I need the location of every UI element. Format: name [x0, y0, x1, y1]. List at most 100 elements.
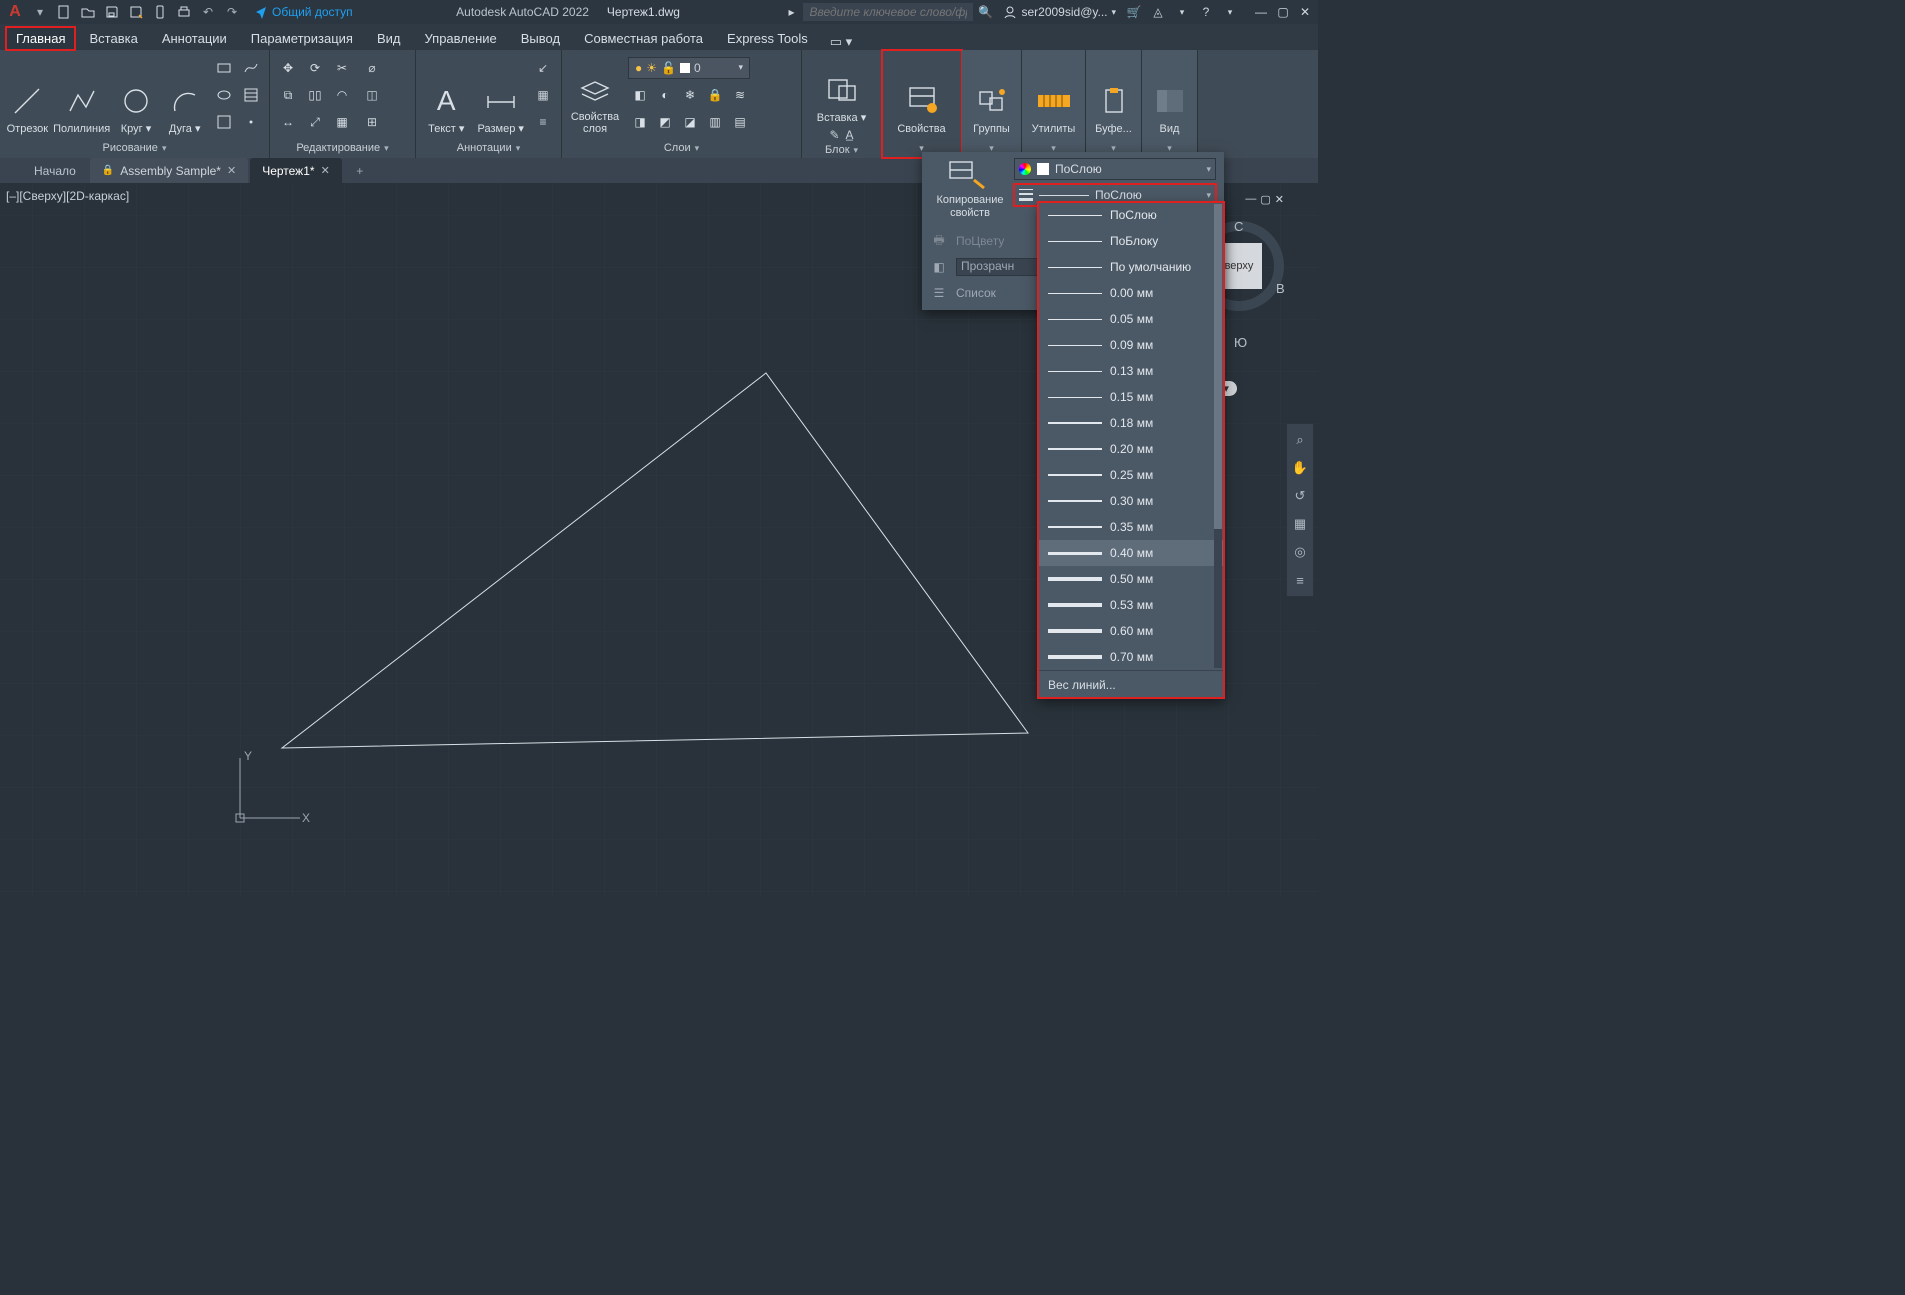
- cart-icon[interactable]: 🛒: [1124, 2, 1144, 22]
- layer-iso-icon[interactable]: ◧: [628, 83, 652, 107]
- modify-grid[interactable]: ✥ ⟳ ✂ ⧉ ▯▯ ◠ ↔ ⤢ ▦: [276, 56, 354, 134]
- draw-mini-grid[interactable]: [212, 56, 263, 134]
- doc-close-icon[interactable]: ✕: [1275, 193, 1284, 206]
- layer-match-icon[interactable]: ≋: [728, 83, 752, 107]
- user-chip[interactable]: ser2009sid@y... ▾: [999, 5, 1120, 19]
- layer-off-icon[interactable]: ◐: [653, 83, 677, 107]
- window-close-icon[interactable]: ✕: [1296, 3, 1314, 21]
- nav-steer-icon[interactable]: ◎: [1290, 542, 1310, 562]
- rotate-icon[interactable]: ⟳: [303, 56, 327, 80]
- ribbon-tab-4[interactable]: Вид: [367, 27, 411, 50]
- lineweight-item-4[interactable]: 0.05 мм: [1038, 306, 1224, 332]
- qat-redo-icon[interactable]: ↷: [222, 2, 242, 22]
- close-tab-icon[interactable]: ✕: [227, 164, 236, 177]
- layer-d-icon[interactable]: ▥: [703, 110, 727, 134]
- lineweight-item-10[interactable]: 0.25 мм: [1038, 462, 1224, 488]
- ribbon-tab-7[interactable]: Совместная работа: [574, 27, 713, 50]
- ribbon-tab-8[interactable]: Express Tools: [717, 27, 818, 50]
- polyline-button[interactable]: Полилиния: [55, 55, 109, 135]
- share-link[interactable]: Общий доступ: [254, 5, 353, 19]
- layer-lock-icon[interactable]: 🔒: [703, 83, 727, 107]
- match-props-icon[interactable]: [946, 158, 994, 194]
- lineweight-item-11[interactable]: 0.30 мм: [1038, 488, 1224, 514]
- layer-c-icon[interactable]: ◪: [678, 110, 702, 134]
- lineweight-item-12[interactable]: 0.35 мм: [1038, 514, 1224, 540]
- layer-props-button[interactable]: Свойства слоя: [568, 55, 622, 135]
- close-tab-icon[interactable]: ✕: [321, 164, 330, 177]
- search-input[interactable]: [803, 3, 973, 21]
- lineweight-more[interactable]: Вес линий...: [1038, 670, 1224, 698]
- search-caret-icon[interactable]: ▸: [781, 2, 801, 22]
- hatch-icon[interactable]: [239, 83, 263, 107]
- window-minimize-icon[interactable]: —: [1252, 3, 1270, 21]
- window-maximize-icon[interactable]: ▢: [1274, 3, 1292, 21]
- leader-icon[interactable]: ↙: [531, 56, 555, 80]
- copy-icon[interactable]: ⧉: [276, 83, 300, 107]
- move-icon[interactable]: ✥: [276, 56, 300, 80]
- transparency-field[interactable]: Прозрачн: [956, 258, 1042, 276]
- layer-b-icon[interactable]: ◩: [653, 110, 677, 134]
- lineweight-item-0[interactable]: ПоСлою: [1038, 202, 1224, 228]
- nav-full-icon[interactable]: ⌕: [1290, 430, 1310, 450]
- ribbon-tab-2[interactable]: Аннотации: [152, 27, 237, 50]
- qat-save-icon[interactable]: [102, 2, 122, 22]
- file-tab-2[interactable]: Чертеж1*✕: [250, 158, 342, 183]
- insert-block-button[interactable]: Вставка ▾: [815, 54, 869, 124]
- stretch-icon[interactable]: ↔: [276, 110, 300, 134]
- fillet-icon[interactable]: ◠: [330, 83, 354, 107]
- new-tab-button[interactable]: +: [348, 159, 372, 183]
- view-button[interactable]: Вид: [1148, 55, 1191, 135]
- nav-pan-icon[interactable]: ✋: [1290, 458, 1310, 478]
- block-edit-icon[interactable]: ✎: [829, 128, 839, 142]
- rect-icon[interactable]: [212, 56, 236, 80]
- nav-orbit-icon[interactable]: ↺: [1290, 486, 1310, 506]
- text-button[interactable]: A Текст ▾: [422, 55, 471, 135]
- ribbon-tab-1[interactable]: Вставка: [79, 27, 147, 50]
- qat-open-icon[interactable]: [78, 2, 98, 22]
- qat-mobile-icon[interactable]: [150, 2, 170, 22]
- block-attr-icon[interactable]: A̲: [846, 128, 854, 142]
- lineweight-item-1[interactable]: ПоБлоку: [1038, 228, 1224, 254]
- search-icon[interactable]: 🔍: [975, 2, 995, 22]
- ellipse-icon[interactable]: [212, 83, 236, 107]
- qat-plot-icon[interactable]: [174, 2, 194, 22]
- ribbon-tab-6[interactable]: Вывод: [511, 27, 570, 50]
- lineweight-item-7[interactable]: 0.15 мм: [1038, 384, 1224, 410]
- nav-showmo-icon[interactable]: ▦: [1290, 514, 1310, 534]
- layer-dropdown[interactable]: ● ☀ 🔓 0 ▾: [628, 57, 750, 79]
- modify-b-icon[interactable]: ◫: [360, 83, 384, 107]
- lineweight-scrollbar[interactable]: [1214, 204, 1222, 668]
- color-dropdown[interactable]: ПоСлою ▾: [1014, 158, 1216, 180]
- arc-button[interactable]: Дуга ▾: [163, 55, 206, 135]
- scale-icon[interactable]: ⤢: [303, 110, 327, 134]
- app-sw-caret[interactable]: ▾: [1172, 2, 1192, 22]
- app-icon[interactable]: A: [4, 3, 26, 21]
- line-button[interactable]: Отрезок: [6, 55, 49, 135]
- groups-button[interactable]: Группы: [968, 55, 1015, 135]
- lineweight-item-6[interactable]: 0.13 мм: [1038, 358, 1224, 384]
- file-tab-0[interactable]: Начало: [22, 158, 88, 183]
- dimension-button[interactable]: Размер ▾: [477, 55, 526, 135]
- lineweight-item-14[interactable]: 0.50 мм: [1038, 566, 1224, 592]
- qat-new-icon[interactable]: [54, 2, 74, 22]
- circle-button[interactable]: Круг ▾: [115, 55, 158, 135]
- ribbon-minimize-icon[interactable]: ▭ ▾: [830, 34, 852, 50]
- help-caret[interactable]: ▾: [1220, 2, 1240, 22]
- help-icon[interactable]: ?: [1196, 2, 1216, 22]
- app-switcher-icon[interactable]: ◬: [1148, 2, 1168, 22]
- trim-icon[interactable]: ✂: [330, 56, 354, 80]
- lineweight-item-17[interactable]: 0.70 мм: [1038, 644, 1224, 670]
- lineweight-item-3[interactable]: 0.00 мм: [1038, 280, 1224, 306]
- utils-button[interactable]: Утилиты: [1028, 55, 1079, 135]
- qat-caret-icon[interactable]: ▾: [30, 2, 50, 22]
- lineweight-item-15[interactable]: 0.53 мм: [1038, 592, 1224, 618]
- doc-max-icon[interactable]: ▢: [1260, 193, 1270, 206]
- layer-e-icon[interactable]: ▤: [728, 110, 752, 134]
- lineweight-item-2[interactable]: По умолчанию: [1038, 254, 1224, 280]
- ribbon-tab-0[interactable]: Главная: [6, 27, 75, 50]
- lineweight-item-8[interactable]: 0.18 мм: [1038, 410, 1224, 436]
- point-icon[interactable]: [239, 110, 263, 134]
- properties-button[interactable]: Свойства: [895, 55, 949, 135]
- spline-icon[interactable]: [239, 56, 263, 80]
- table-icon[interactable]: ▦: [531, 83, 555, 107]
